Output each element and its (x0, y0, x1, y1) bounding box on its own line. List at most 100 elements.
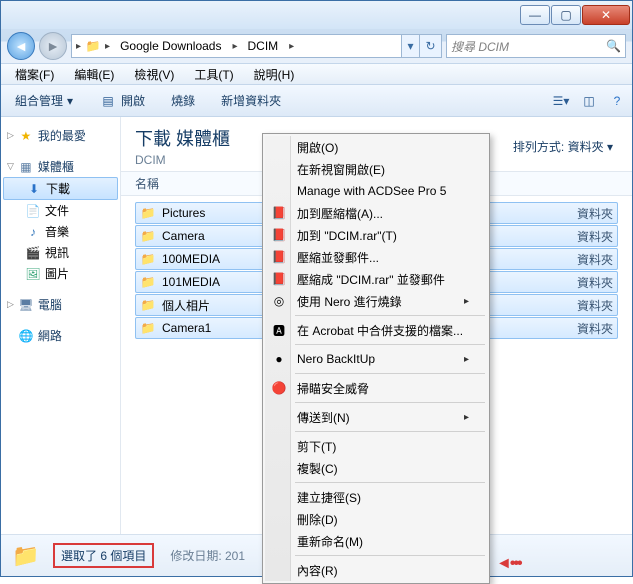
newfolder-button[interactable]: 新增資料夾 (213, 90, 289, 111)
menu-item-label: 掃瞄安全威脅 (297, 380, 369, 397)
breadcrumb-seg[interactable]: DCIM (242, 35, 286, 57)
context-item[interactable]: Manage with ACDSee Pro 5 (265, 180, 487, 202)
context-item[interactable]: 📕壓縮並發郵件... (265, 246, 487, 268)
organize-button[interactable]: 組合管理▾ (7, 90, 81, 111)
menu-item-icon: ◎ (271, 293, 287, 309)
column-name[interactable]: 名稱 (135, 175, 255, 192)
context-item[interactable]: 複製(C) (265, 457, 487, 479)
search-placeholder: 搜尋 DCIM (451, 38, 509, 55)
submenu-arrow-icon: ▸ (464, 354, 469, 365)
selection-icon: 📁 (9, 540, 43, 572)
search-input[interactable]: 搜尋 DCIM 🔍 (446, 34, 626, 58)
context-item[interactable]: ◎使用 Nero 進行燒錄▸ (265, 290, 487, 312)
context-menu: 開啟(O)在新視窗開啟(E)Manage with ACDSee Pro 5📕加… (262, 133, 490, 584)
annotation-arrow: ◄••• (496, 555, 521, 573)
burn-button[interactable]: 燒錄 (163, 90, 203, 111)
dl-icon: ⬇ (26, 181, 42, 197)
menu-item-icon: 📕 (271, 271, 287, 287)
sidebar-item-label: 文件 (45, 202, 69, 219)
context-item[interactable]: 剪下(T) (265, 435, 487, 457)
menu-file[interactable]: 檔案(F) (7, 64, 62, 84)
menu-item-icon: 📕 (271, 227, 287, 243)
star-icon: ★ (18, 128, 34, 144)
breadcrumb-seg[interactable]: Google Downloads (114, 35, 228, 57)
sidebar-item-label: 音樂 (45, 223, 69, 240)
menu-item-label: 重新命名(M) (297, 533, 363, 550)
menu-item-label: 複製(C) (297, 460, 338, 477)
context-item[interactable]: 開啟(O) (265, 136, 487, 158)
menu-separator (295, 344, 485, 345)
address-bar[interactable]: ▸ 📁 ▸ Google Downloads ▸ DCIM ▸ ▾ ↻ (71, 34, 442, 58)
file-type: 資料夾 (577, 320, 613, 337)
pic-icon: 🖼 (25, 266, 41, 282)
sidebar-item-label: 視訊 (45, 244, 69, 261)
nav-network[interactable]: ▷🌐網路 (1, 325, 120, 346)
nav-row: ◄ ► ▸ 📁 ▸ Google Downloads ▸ DCIM ▸ ▾ ↻ … (1, 29, 632, 63)
view-mode-button[interactable]: ☰▾ (552, 92, 570, 110)
menu-separator (295, 315, 485, 316)
nav-favorites[interactable]: ▷★我的最愛 (1, 125, 120, 146)
file-name: 101MEDIA (162, 275, 220, 289)
folder-icon: 📁 (140, 229, 156, 243)
menu-item-label: 在新視窗開啟(E) (297, 161, 385, 178)
sidebar-item-music[interactable]: ♪音樂 (1, 221, 120, 242)
folder-icon: 📁 (140, 321, 156, 335)
menu-separator (295, 373, 485, 374)
open-button[interactable]: ▤開啟 (91, 90, 153, 112)
minimize-button[interactable]: — (520, 5, 550, 25)
menu-item-icon: ● (271, 351, 287, 367)
context-item[interactable]: 📕壓縮成 "DCIM.rar" 並發郵件 (265, 268, 487, 290)
context-item[interactable]: 刪除(D) (265, 508, 487, 530)
submenu-arrow-icon: ▸ (464, 296, 469, 307)
sidebar-item-pic[interactable]: 🖼圖片 (1, 263, 120, 284)
status-text: 選取了 6 個項目 (53, 543, 154, 568)
folder-icon: 📁 (140, 275, 156, 289)
menu-view[interactable]: 檢視(V) (126, 64, 182, 84)
refresh-button[interactable]: ↻ (419, 35, 441, 57)
menu-edit[interactable]: 編輯(E) (66, 64, 122, 84)
submenu-arrow-icon: ▸ (464, 412, 469, 423)
file-name: 100MEDIA (162, 252, 220, 266)
preview-pane-button[interactable]: ◫ (580, 92, 598, 110)
folder-icon: 📁 (85, 38, 101, 54)
back-button[interactable]: ◄ (7, 32, 35, 60)
sidebar-item-label: 圖片 (45, 265, 69, 282)
context-item[interactable]: 📕加到 "DCIM.rar"(T) (265, 224, 487, 246)
file-type: 資料夾 (577, 228, 613, 245)
menu-tools[interactable]: 工具(T) (186, 64, 241, 84)
menu-item-label: Nero BackItUp (297, 352, 375, 366)
close-button[interactable]: ✕ (582, 5, 630, 25)
menu-help[interactable]: 說明(H) (246, 64, 303, 84)
menu-item-label: 加到壓縮檔(A)... (297, 205, 383, 222)
arrange-by[interactable]: 排列方式: 資料夾 ▾ (513, 138, 613, 155)
nav-libraries[interactable]: ▽▦媒體櫃 (1, 156, 120, 177)
context-item[interactable]: 傳送到(N)▸ (265, 406, 487, 428)
status-meta: 修改日期: 201 (170, 547, 245, 564)
address-dropdown[interactable]: ▾ (401, 35, 419, 57)
sidebar-item-dl[interactable]: ⬇下載 (3, 177, 118, 200)
sidebar-item-video[interactable]: 🎬視訊 (1, 242, 120, 263)
context-item[interactable]: ● Nero BackItUp ▸ (265, 348, 487, 370)
maximize-button[interactable]: ▢ (551, 5, 581, 25)
chevron-icon: ▸ (228, 41, 241, 52)
doc-icon: 📄 (25, 203, 41, 219)
forward-button[interactable]: ► (39, 32, 67, 60)
folder-icon: 📁 (140, 206, 156, 220)
menu-item-icon: 🅰 (271, 322, 287, 338)
sidebar-item-doc[interactable]: 📄文件 (1, 200, 120, 221)
context-item[interactable]: 內容(R) (265, 559, 487, 581)
context-item[interactable]: 在新視窗開啟(E) (265, 158, 487, 180)
context-item[interactable]: 🅰在 Acrobat 中合併支援的檔案... (265, 319, 487, 341)
file-type: 資料夾 (577, 274, 613, 291)
help-button[interactable]: ? (608, 92, 626, 110)
chevron-down-icon: ▾ (607, 140, 613, 154)
file-type: 資料夾 (577, 297, 613, 314)
context-item[interactable]: 建立捷徑(S) (265, 486, 487, 508)
context-item[interactable]: 重新命名(M) (265, 530, 487, 552)
network-icon: 🌐 (18, 328, 34, 344)
context-item[interactable]: 🔴掃瞄安全威脅 (265, 377, 487, 399)
context-item[interactable]: 📕加到壓縮檔(A)... (265, 202, 487, 224)
nav-computer[interactable]: ▷🖥電腦 (1, 294, 120, 315)
menu-separator (295, 402, 485, 403)
titlebar: — ▢ ✕ (1, 1, 632, 29)
